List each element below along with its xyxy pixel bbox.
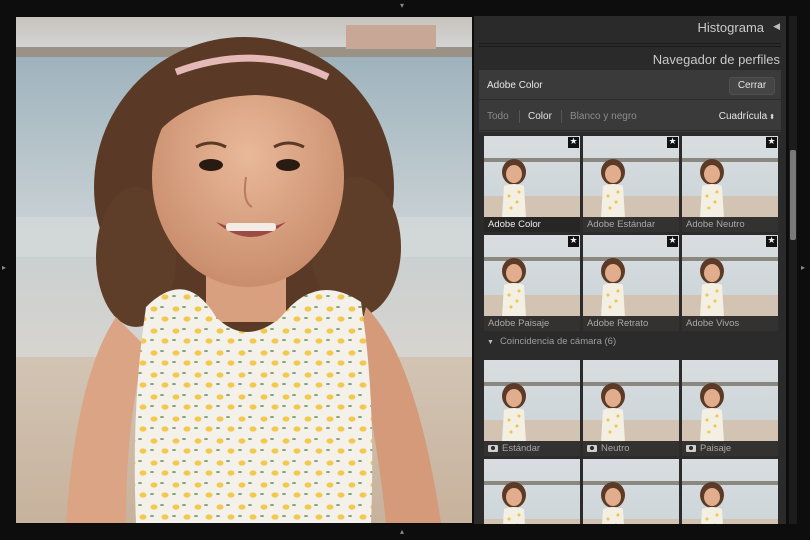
profile-tile[interactable]: ★ Adobe Retrato <box>583 235 679 331</box>
profile-tile[interactable] <box>682 459 778 524</box>
updown-caret-icon: ⬍ <box>769 114 775 121</box>
group-header-camera-matching[interactable]: ▼ Coincidencia de cámara (6) <box>487 336 616 347</box>
profile-tile-label: Estándar <box>484 441 580 456</box>
profile-filter-bar: Todo Color Blanco y negro Cuadrícula ⬍ <box>479 101 781 131</box>
collapse-triangle-icon[interactable]: ◀ <box>773 22 780 32</box>
profile-tile-label: Adobe Color <box>484 217 580 232</box>
histogram-title: Histograma <box>697 20 764 35</box>
profile-tile[interactable] <box>583 459 679 524</box>
star-icon[interactable]: ★ <box>667 236 678 247</box>
profile-grid: ★ Adobe Color ★ Adobe Estándar ★ Adobe N… <box>479 132 781 524</box>
camera-icon <box>488 445 498 452</box>
profile-tile[interactable]: ★ Adobe Neutro <box>682 136 778 232</box>
profile-thumbnail <box>484 459 580 524</box>
profile-tile[interactable]: ★ Adobe Color <box>484 136 580 232</box>
filter-all[interactable]: Todo <box>487 111 509 122</box>
profile-tile[interactable]: Paisaje <box>682 360 778 456</box>
scrollbar-thumb[interactable] <box>790 150 796 240</box>
profile-tile-label: Adobe Retrato <box>583 316 679 331</box>
star-icon[interactable]: ★ <box>766 236 777 247</box>
bottom-panel-toggle-icon[interactable]: ▴ <box>400 528 404 536</box>
group-label: Coincidencia de cámara (6) <box>499 336 617 347</box>
view-mode-label: Cuadrícula <box>718 111 768 122</box>
profile-tile[interactable]: ★ Adobe Estándar <box>583 136 679 232</box>
profile-tile-label: Adobe Neutro <box>682 217 778 232</box>
right-panel-toggle-icon[interactable]: ▸ <box>801 264 805 272</box>
expand-triangle-icon: ▼ <box>487 339 494 346</box>
camera-icon <box>686 445 696 452</box>
profile-tile[interactable] <box>484 459 580 524</box>
left-panel-toggle-icon[interactable]: ▸ <box>2 264 6 272</box>
profile-thumbnail <box>682 459 778 524</box>
profile-tile[interactable]: ★ Adobe Paisaje <box>484 235 580 331</box>
profile-tile-label: Adobe Estándar <box>583 217 679 232</box>
profile-tile[interactable]: Estándar <box>484 360 580 456</box>
profile-browser: Adobe Color Cerrar Todo Color Blanco y n… <box>479 70 781 524</box>
close-button[interactable]: Cerrar <box>729 77 775 95</box>
current-profile-row: Adobe Color Cerrar <box>479 70 781 100</box>
profile-tile[interactable]: ★ Adobe Vivos <box>682 235 778 331</box>
view-mode-select[interactable]: Cuadrícula ⬍ <box>719 111 775 122</box>
histogram-header[interactable]: Histograma ◀ <box>474 16 786 42</box>
filter-color[interactable]: Color <box>528 111 552 122</box>
star-icon[interactable]: ★ <box>568 236 579 247</box>
top-panel-toggle-icon[interactable]: ▾ <box>400 2 404 10</box>
scrollbar-track[interactable] <box>789 16 797 524</box>
profile-tile-label: Neutro <box>583 441 679 456</box>
camera-icon <box>587 445 597 452</box>
filter-divider <box>519 110 520 123</box>
star-icon[interactable]: ★ <box>568 137 579 148</box>
filter-black-white[interactable]: Blanco y negro <box>570 111 637 122</box>
profile-tile-label: Adobe Vivos <box>682 316 778 331</box>
panel-divider <box>479 43 781 47</box>
profile-thumbnail <box>583 459 679 524</box>
profile-tile[interactable]: Neutro <box>583 360 679 456</box>
star-icon[interactable]: ★ <box>667 137 678 148</box>
profile-tile-label: Adobe Paisaje <box>484 316 580 331</box>
star-icon[interactable]: ★ <box>766 137 777 148</box>
profile-browser-title: Navegador de perfiles <box>652 52 780 67</box>
filter-divider <box>561 110 562 123</box>
right-panel: Histograma ◀ Navegador de perfiles Adobe… <box>474 16 786 524</box>
current-profile-name: Adobe Color <box>487 80 543 91</box>
photo-canvas[interactable] <box>16 17 472 523</box>
photo-image <box>16 17 472 523</box>
profile-tile-label: Paisaje <box>682 441 778 456</box>
